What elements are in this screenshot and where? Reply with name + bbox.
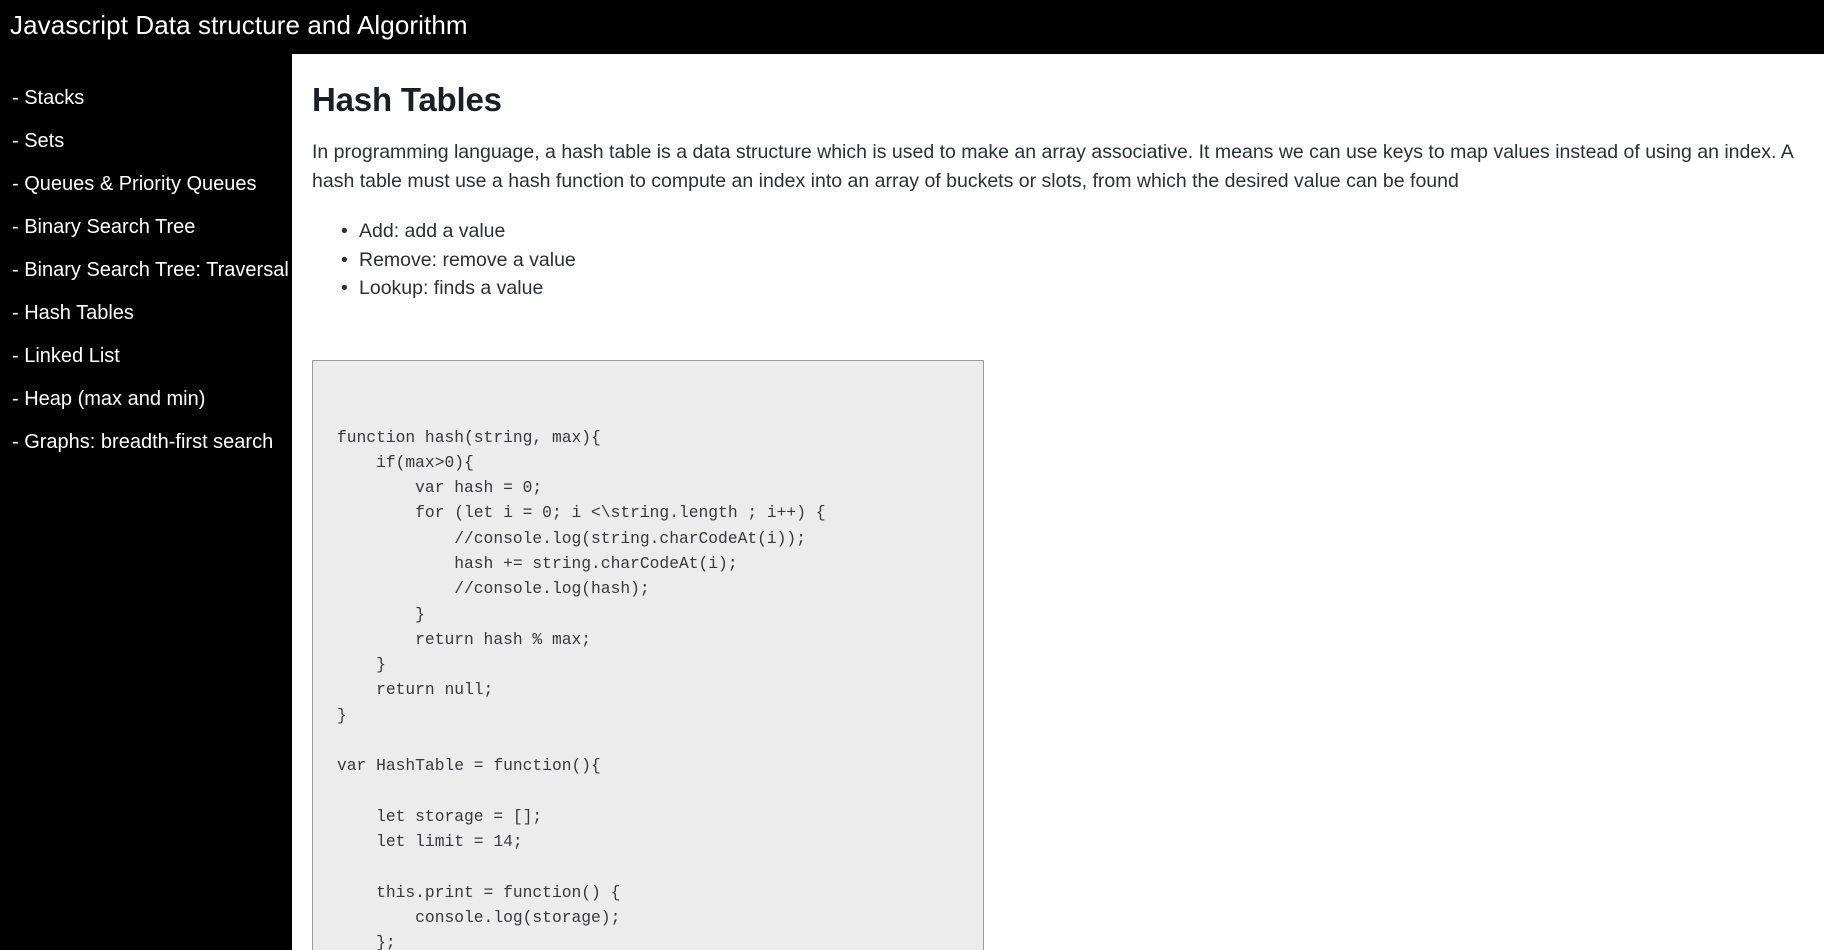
app-header: Javascript Data structure and Algorithm xyxy=(0,0,1824,54)
sidebar-item-binary-search-tree-traversal[interactable]: - Binary Search Tree: Traversal xyxy=(0,258,292,282)
sidebar-item-label: - Hash Tables xyxy=(12,302,134,324)
sidebar-item-label: - Stacks xyxy=(12,87,85,109)
sidebar-item-label: - Queues & Priority Queues xyxy=(12,173,257,195)
sidebar-item-label: - Heap (max and min) xyxy=(12,388,206,410)
sidebar-item-label: - Graphs: breadth-first search xyxy=(12,431,274,453)
main-content: Hash Tables In programming language, a h… xyxy=(292,54,1824,950)
page-title: Hash Tables xyxy=(312,81,502,118)
list-item: Lookup: finds a value xyxy=(341,274,1804,303)
sidebar-item-stacks[interactable]: - Stacks xyxy=(0,86,292,110)
list-item: Remove: remove a value xyxy=(341,246,1804,275)
sidebar-item-sets[interactable]: - Sets xyxy=(0,129,292,153)
operations-list: Add: add a value Remove: remove a value … xyxy=(312,217,1804,303)
sidebar-item-label: - Sets xyxy=(12,130,65,152)
code-snippet: function hash(string, max){ if(max>0){ v… xyxy=(337,427,826,950)
code-block: function hash(string, max){ if(max>0){ v… xyxy=(312,359,984,950)
sidebar-item-label: - Linked List xyxy=(12,345,120,367)
sidebar-item-label: - Binary Search Tree xyxy=(12,216,196,238)
sidebar-item-label: - Binary Search Tree: Traversal xyxy=(12,259,289,281)
sidebar-item-heap[interactable]: - Heap (max and min) xyxy=(0,387,292,411)
intro-paragraph: In programming language, a hash table is… xyxy=(312,141,1793,192)
sidebar-item-graphs-breadth-first-search[interactable]: - Graphs: breadth-first search xyxy=(0,430,292,454)
app-title: Javascript Data structure and Algorithm xyxy=(10,10,468,40)
sidebar-item-binary-search-tree[interactable]: - Binary Search Tree xyxy=(0,215,292,239)
list-item: Add: add a value xyxy=(341,217,1804,246)
sidebar-item-queues-priority-queues[interactable]: - Queues & Priority Queues xyxy=(0,172,292,196)
sidebar-nav: - Stacks - Sets - Queues & Priority Queu… xyxy=(0,54,292,950)
sidebar-item-linked-list[interactable]: - Linked List xyxy=(0,344,292,368)
sidebar-item-hash-tables[interactable]: - Hash Tables xyxy=(0,301,292,325)
